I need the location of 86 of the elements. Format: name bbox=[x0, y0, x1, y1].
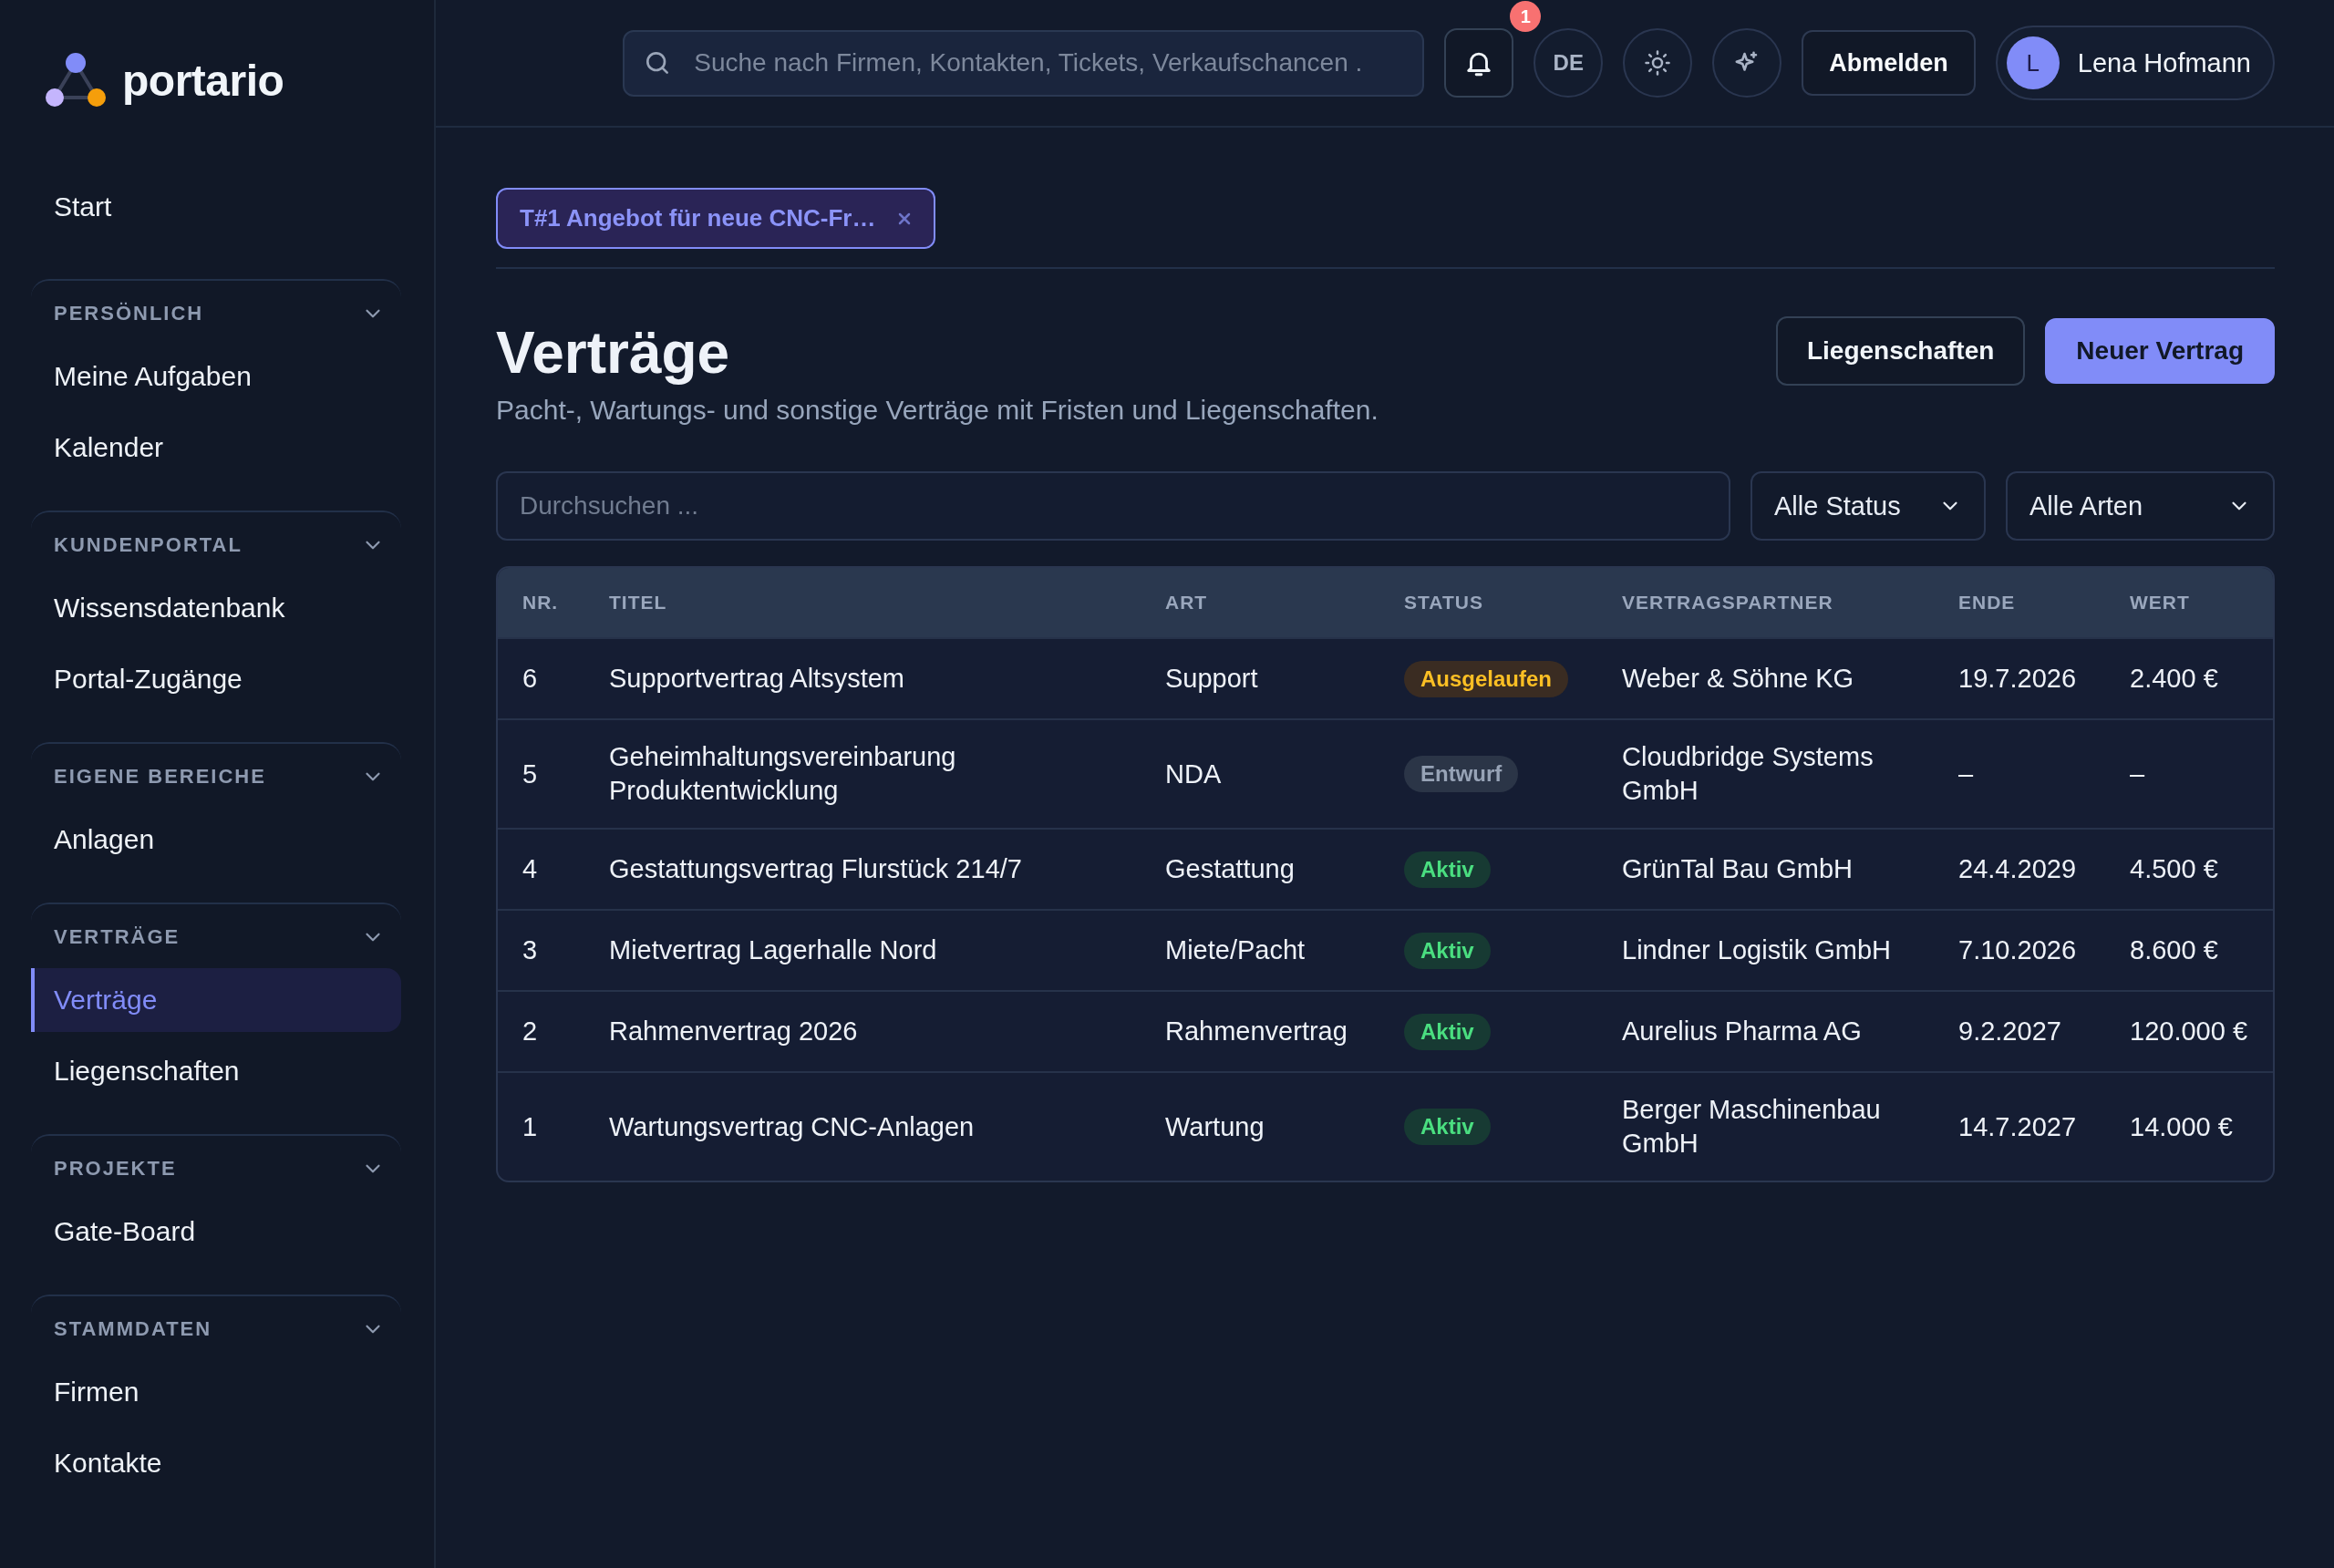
tab-label[interactable]: T#1 Angebot für neue CNC-Fr… bbox=[520, 204, 876, 232]
page-subtitle: Pacht-, Wartungs- und sonstige Verträge mit Fristen und Liegenschaften. bbox=[496, 395, 1379, 426]
table-cell: Lindner Logistik GmbH bbox=[1622, 935, 1891, 965]
table-cell: Mietvertrag Lagerhalle Nord bbox=[609, 935, 937, 965]
section-header[interactable]: VERTRÄGE bbox=[31, 921, 401, 954]
table-cell: 19.7.2026 bbox=[1958, 664, 2076, 693]
table-cell: Weber & Söhne KG bbox=[1622, 664, 1854, 693]
table-cell: Wartung bbox=[1165, 1111, 1265, 1141]
column-header: STATUS bbox=[1404, 592, 1484, 614]
section-header[interactable]: STAMMDATEN bbox=[31, 1313, 401, 1346]
column-header: WERT bbox=[2130, 592, 2191, 614]
filter-dropdown[interactable]: Alle Status bbox=[1750, 471, 1986, 541]
table-cell: Berger Maschinenbau GmbH bbox=[1622, 1095, 1881, 1158]
column-header: ART bbox=[1165, 592, 1209, 614]
status-badge: Aktiv bbox=[1404, 1109, 1491, 1145]
table-cell: 4.500 € bbox=[2130, 854, 2218, 883]
table-cell: Rahmenvertrag bbox=[1165, 1016, 1348, 1046]
page-title: Verträge bbox=[496, 319, 731, 387]
column-header: TITEL bbox=[609, 592, 668, 614]
logo-icon bbox=[46, 52, 108, 108]
table-cell: Geheimhaltungsvereinbarung Produktentwicklung bbox=[609, 742, 956, 805]
avatar: L bbox=[2006, 36, 2060, 89]
table-cell: 6 bbox=[522, 664, 538, 693]
table-cell: Cloudbridge Systems GmbH bbox=[1622, 742, 1874, 805]
nav-item[interactable]: Meine Aufgaben bbox=[31, 345, 401, 408]
nav-item[interactable]: Start bbox=[31, 175, 401, 239]
properties-button[interactable]: Liegenschaften bbox=[1775, 316, 2026, 386]
table-cell: 2 bbox=[522, 1016, 538, 1046]
status-badge: Aktiv bbox=[1404, 932, 1491, 969]
table-cell: 24.4.2029 bbox=[1958, 854, 2076, 883]
table-cell: 8.600 € bbox=[2130, 935, 2218, 965]
column-header: ENDE bbox=[1958, 592, 2017, 614]
nav-item[interactable]: Firmen bbox=[31, 1360, 401, 1424]
nav-item[interactable]: Anlagen bbox=[31, 808, 401, 872]
section-header[interactable]: PROJEKTE bbox=[31, 1152, 401, 1185]
search-field[interactable]: Durchsuchen ... bbox=[496, 471, 1730, 541]
user-menu[interactable]: L Lena Hofmann bbox=[1995, 26, 2275, 100]
table-cell: Aurelius Pharma AG bbox=[1622, 1016, 1862, 1046]
user-name: Lena Hofmann bbox=[2077, 47, 2251, 78]
status-badge: Aktiv bbox=[1404, 851, 1491, 888]
table-cell: Supportvertrag Altsystem bbox=[609, 664, 904, 693]
table-cell: Miete/Pacht bbox=[1165, 935, 1306, 965]
nav-item[interactable]: Wissensdatenbank bbox=[31, 576, 401, 640]
table-cell: 7.10.2026 bbox=[1958, 935, 2076, 965]
table-cell: 9.2.2027 bbox=[1958, 1016, 2061, 1046]
table-cell: Gestattungsvertrag Flurstück 214/7 bbox=[609, 854, 1022, 883]
status-badge: Ausgelaufen bbox=[1404, 660, 1569, 697]
notifications-button[interactable] bbox=[1444, 28, 1514, 98]
open-tab[interactable]: T#1 Angebot für neue CNC-Fr… bbox=[496, 188, 936, 249]
new-contract-button[interactable]: Neuer Vertrag bbox=[2045, 318, 2275, 384]
table-cell: 4 bbox=[522, 854, 538, 883]
table-cell: 120.000 € bbox=[2130, 1016, 2247, 1046]
nav-item[interactable]: Kalender bbox=[31, 416, 401, 480]
section-header[interactable]: KUNDENPORTAL bbox=[31, 529, 401, 562]
table-cell: 5 bbox=[522, 758, 538, 789]
language-button[interactable]: DE bbox=[1534, 28, 1604, 98]
table-cell: Support bbox=[1165, 664, 1258, 693]
table-cell: – bbox=[1958, 758, 1974, 789]
column-header: NR. bbox=[522, 592, 560, 614]
nav-item[interactable]: Kontakte bbox=[31, 1431, 401, 1495]
search-field[interactable]: Suche nach Firmen, Kontakten, Tickets, Verkaufschancen . bbox=[623, 29, 1425, 97]
table-cell: Gestattung bbox=[1165, 854, 1295, 883]
logout-button[interactable]: Abmelden bbox=[1802, 30, 1976, 96]
section-header[interactable]: EIGENE BEREICHE bbox=[31, 760, 401, 793]
nav-item[interactable]: Liegenschaften bbox=[31, 1039, 401, 1103]
table-cell: 1 bbox=[522, 1111, 538, 1141]
notification-count: 1 bbox=[1510, 1, 1542, 32]
table-cell: 2.400 € bbox=[2130, 664, 2218, 693]
table-cell: GrünTal Bau GmbH bbox=[1622, 854, 1854, 883]
status-badge: Aktiv bbox=[1404, 1013, 1491, 1050]
table-cell: NDA bbox=[1165, 758, 1222, 789]
section-header[interactable]: PERSÖNLICH bbox=[31, 297, 401, 330]
table-cell: – bbox=[2130, 758, 2145, 789]
status-badge: Entwurf bbox=[1404, 756, 1519, 792]
filter-dropdown[interactable]: Alle Arten bbox=[2006, 471, 2275, 541]
brand-name: portario bbox=[122, 55, 284, 106]
table-cell: Rahmenvertrag 2026 bbox=[609, 1016, 858, 1046]
column-header: VERTRAGSPARTNER bbox=[1622, 592, 1834, 614]
nav-item[interactable]: Gate-Board bbox=[31, 1200, 401, 1264]
table-cell: 14.000 € bbox=[2130, 1111, 2233, 1141]
nav-item[interactable]: Verträge bbox=[31, 968, 401, 1032]
table-cell: Wartungsvertrag CNC-Anlagen bbox=[609, 1111, 975, 1141]
sun-icon bbox=[1644, 49, 1672, 77]
nav-item[interactable]: Portal-Zugänge bbox=[31, 647, 401, 711]
table-cell: 3 bbox=[522, 935, 538, 965]
table-cell: 14.7.2027 bbox=[1958, 1111, 2076, 1141]
